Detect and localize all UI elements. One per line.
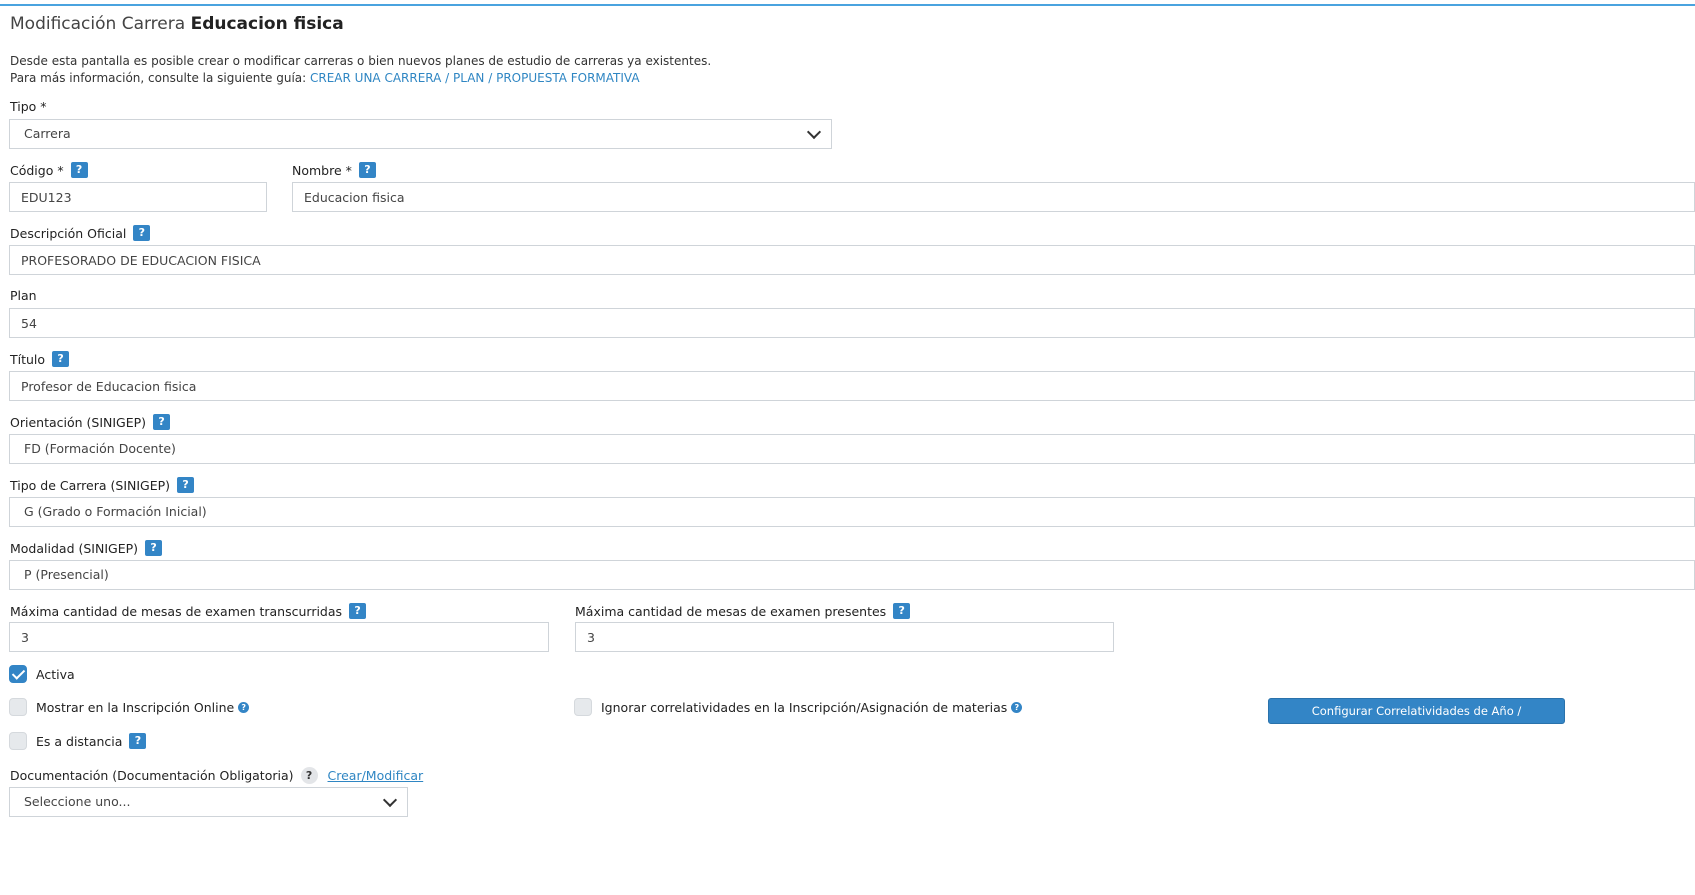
intro-line-2: Para más información, consulte la siguie…	[10, 70, 711, 87]
mostrar-online-label: Mostrar en la Inscripción Online ?	[36, 698, 250, 716]
plan-label: Plan	[10, 288, 37, 303]
help-icon[interactable]: ?	[133, 225, 151, 241]
help-icon[interactable]: ?	[70, 162, 88, 178]
modalidad-select-value: P (Presencial)	[24, 567, 109, 582]
documentacion-label-text: Documentación (Documentación Obligatoria…	[10, 768, 294, 783]
a-distancia-label: Es a distancia ?	[36, 732, 147, 750]
orientacion-label: Orientación (SINIGEP) ?	[10, 414, 171, 430]
codigo-label-text: Código *	[10, 162, 64, 178]
page-title: Modificación Carrera Educacion fisica	[10, 14, 344, 34]
intro-line-1: Desde esta pantalla es posible crear o m…	[10, 54, 712, 68]
codigo-input[interactable]	[9, 182, 267, 212]
plan-input[interactable]	[9, 308, 1695, 338]
modalidad-label-text: Modalidad (SINIGEP)	[10, 540, 139, 556]
documentacion-label: Documentación (Documentación Obligatoria…	[10, 767, 423, 784]
tipo-label: Tipo *	[10, 99, 47, 114]
help-icon[interactable]: ?	[153, 414, 171, 430]
descripcion-label: Descripción Oficial ?	[10, 225, 151, 241]
activa-label: Activa	[36, 665, 75, 683]
intro-text: Desde esta pantalla es posible crear o m…	[10, 53, 711, 87]
plan-label-text: Plan	[10, 288, 37, 303]
modalidad-label: Modalidad (SINIGEP) ?	[10, 540, 163, 556]
page-title-career-name: Educacion fisica	[190, 14, 344, 34]
titulo-input[interactable]	[9, 371, 1695, 401]
orientacion-label-text: Orientación (SINIGEP)	[10, 414, 147, 430]
mostrar-online-checkbox[interactable]	[9, 698, 27, 716]
help-icon[interactable]: ?	[177, 477, 195, 493]
ignorar-correlatividades-checkbox[interactable]	[574, 698, 592, 716]
help-icon[interactable]: ?	[145, 540, 163, 556]
help-icon[interactable]: ?	[349, 603, 367, 619]
nombre-label: Nombre * ?	[292, 162, 376, 178]
descripcion-label-text: Descripción Oficial	[10, 225, 127, 241]
max-transcurridas-label: Máxima cantidad de mesas de examen trans…	[10, 603, 367, 619]
mostrar-online-label-text: Mostrar en la Inscripción Online	[36, 699, 235, 715]
orientacion-select[interactable]: FD (Formación Docente)	[9, 434, 1695, 464]
tipo-carrera-select[interactable]: G (Grado o Formación Inicial)	[9, 497, 1695, 527]
max-transcurridas-input[interactable]	[9, 622, 549, 652]
tipo-carrera-label: Tipo de Carrera (SINIGEP) ?	[10, 477, 195, 493]
nombre-input[interactable]	[292, 182, 1695, 212]
tipo-select[interactable]: Carrera	[9, 119, 832, 149]
guide-link[interactable]: CREAR UNA CARRERA / PLAN / PROPUESTA FOR…	[310, 71, 640, 85]
documentacion-select-value: Seleccione uno...	[24, 794, 131, 809]
titulo-label: Título ?	[10, 351, 70, 367]
top-accent-line	[0, 4, 1695, 6]
configurar-correlatividades-button[interactable]: Configurar Correlatividades de Año / Con…	[1268, 698, 1565, 742]
orientacion-select-value: FD (Formación Docente)	[24, 441, 176, 456]
codigo-label: Código * ?	[10, 162, 88, 178]
activa-checkbox[interactable]	[9, 665, 27, 683]
nombre-label-text: Nombre *	[292, 162, 352, 178]
ignorar-correlatividades-label: Ignorar correlatividades en la Inscripci…	[601, 698, 1023, 716]
tipo-select-value: Carrera	[24, 126, 71, 141]
help-icon[interactable]: ?	[129, 733, 147, 749]
question-circle-icon[interactable]: ?	[238, 701, 250, 713]
documentacion-select[interactable]: Seleccione uno...	[9, 787, 408, 817]
help-icon[interactable]: ?	[358, 162, 376, 178]
max-presentes-label: Máxima cantidad de mesas de examen prese…	[575, 603, 911, 619]
activa-label-text: Activa	[36, 666, 75, 682]
crear-modificar-link[interactable]: Crear/Modificar	[328, 768, 424, 783]
question-circle-icon[interactable]: ?	[1011, 701, 1023, 713]
question-circle-icon[interactable]: ?	[300, 767, 318, 784]
a-distancia-label-text: Es a distancia	[36, 733, 123, 749]
chevron-down-icon	[382, 792, 398, 807]
max-presentes-input[interactable]	[575, 622, 1114, 652]
tipo-carrera-select-value: G (Grado o Formación Inicial)	[24, 504, 207, 519]
titulo-label-text: Título	[10, 351, 46, 367]
modalidad-select[interactable]: P (Presencial)	[9, 560, 1695, 590]
ignorar-correlatividades-label-text: Ignorar correlatividades en la Inscripci…	[601, 699, 1008, 715]
tipo-label-text: Tipo *	[10, 99, 47, 114]
descripcion-input[interactable]	[9, 245, 1695, 275]
a-distancia-checkbox[interactable]	[9, 732, 27, 750]
intro-line-2-prefix: Para más información, consulte la siguie…	[10, 71, 307, 85]
max-presentes-label-text: Máxima cantidad de mesas de examen prese…	[575, 603, 887, 619]
max-transcurridas-label-text: Máxima cantidad de mesas de examen trans…	[10, 603, 343, 619]
page-title-prefix: Modificación Carrera	[10, 14, 186, 34]
tipo-carrera-label-text: Tipo de Carrera (SINIGEP)	[10, 477, 171, 493]
chevron-down-icon	[806, 124, 822, 139]
help-icon[interactable]: ?	[893, 603, 911, 619]
help-icon[interactable]: ?	[52, 351, 70, 367]
